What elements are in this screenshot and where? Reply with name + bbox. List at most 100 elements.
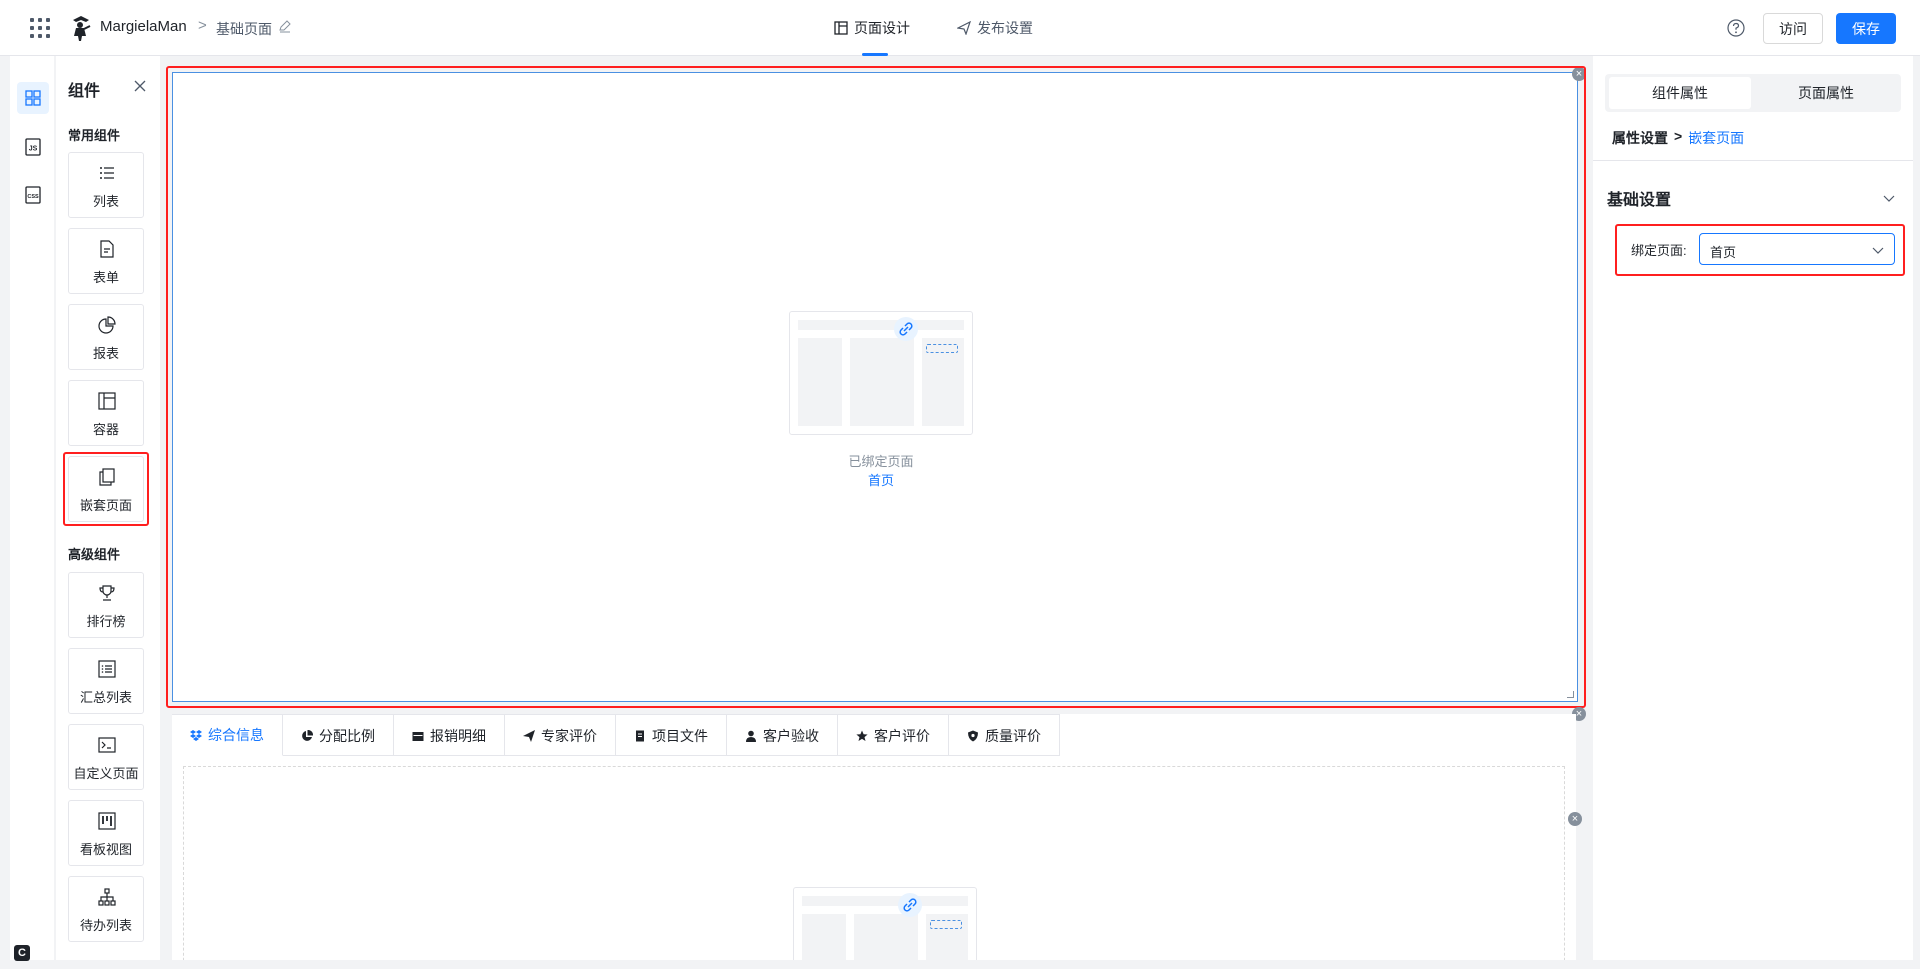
tab-customer-review[interactable]: 客户评价	[838, 714, 949, 756]
trophy-icon	[99, 585, 115, 601]
nested-page-placeholder	[789, 311, 973, 435]
tab-comprehensive-info[interactable]: 综合信息	[172, 714, 283, 756]
component-todo-list-label: 待办列表	[79, 918, 132, 933]
tab-publish-settings[interactable]: 发布设置	[957, 0, 1033, 56]
file-icon	[636, 730, 644, 741]
c-logo-icon: C	[14, 945, 30, 961]
tab-allocation-ratio[interactable]: 分配比例	[283, 714, 394, 756]
tab-quality-review[interactable]: 质量评价	[949, 714, 1060, 756]
summary-list-icon	[98, 660, 116, 678]
tab-content-area[interactable]	[183, 766, 1565, 960]
star-icon	[856, 730, 868, 741]
css-file-icon[interactable]: CSS	[24, 186, 42, 204]
tab-page-design-label: 页面设计	[854, 20, 910, 36]
top-bar: MargielaMan > 基础页面 页面设计 发布设置 访问 保存	[0, 0, 1920, 56]
properties-breadcrumb: 属性设置 > 嵌套页面	[1612, 128, 1744, 148]
todo-tree-icon	[98, 888, 116, 906]
bind-page-value: 首页	[1710, 245, 1737, 260]
component-nested-page-label: 嵌套页面	[79, 498, 132, 513]
calendar-icon	[412, 731, 424, 741]
resize-handle[interactable]	[1567, 691, 1574, 698]
remove-component-icon[interactable]: ×	[1572, 67, 1586, 81]
remove-inner-component-icon[interactable]: ×	[1568, 812, 1582, 826]
tab-project-files[interactable]: 项目文件	[616, 714, 727, 756]
tab-customer-review-label: 客户评价	[874, 727, 930, 744]
component-kanban[interactable]: 看板视图	[68, 800, 144, 866]
nested-page-icon	[99, 468, 115, 486]
nested-page-placeholder-2	[793, 887, 977, 960]
select-chevron-icon	[1872, 247, 1884, 254]
component-todo-list[interactable]: 待办列表	[68, 876, 144, 942]
page-title: 基础页面	[216, 21, 272, 37]
crumb-separator: >	[1674, 128, 1683, 144]
js-file-icon[interactable]: JS	[24, 138, 42, 156]
component-ranking[interactable]: 排行榜	[68, 572, 144, 638]
tab-expert-review-label: 专家评价	[541, 727, 597, 744]
divider	[1593, 160, 1913, 161]
bound-page-value[interactable]: 首页	[781, 470, 981, 489]
components-panel: 组件 常用组件 列表 表单 报表 容器 嵌套页面 高级组件 排行榜 汇总列表 自…	[56, 56, 160, 960]
component-nested-page[interactable]: 嵌套页面	[68, 456, 144, 522]
tab-publish-settings-label: 发布设置	[977, 20, 1033, 36]
component-custom-page-label: 自定义页面	[73, 766, 139, 781]
component-ranking-label: 排行榜	[86, 614, 126, 629]
component-form-label: 表单	[92, 270, 119, 285]
close-icon[interactable]	[134, 80, 146, 92]
components-title: 组件	[68, 83, 101, 100]
tab-component-props[interactable]: 组件属性	[1609, 77, 1751, 109]
advanced-components-heading: 高级组件	[68, 547, 121, 562]
components-grid-icon[interactable]	[24, 89, 42, 107]
tab-customer-acceptance-label: 客户验收	[763, 727, 819, 744]
component-kanban-label: 看板视图	[79, 842, 132, 857]
kanban-icon	[98, 812, 116, 830]
pie-chart-icon	[98, 316, 116, 334]
component-list-label: 列表	[92, 194, 119, 209]
app-grid-icon[interactable]	[30, 18, 50, 38]
container-icon	[98, 392, 116, 410]
bind-page-label: 绑定页面:	[1631, 243, 1687, 258]
svg-text:JS: JS	[29, 146, 38, 153]
edit-icon[interactable]	[278, 19, 292, 33]
visit-button[interactable]: 访问	[1763, 13, 1823, 44]
save-button[interactable]: 保存	[1836, 13, 1896, 44]
tabs-component[interactable]: 综合信息 分配比例 报销明细 专家评价 项目文件 客户验收 客户评价 质量评价 …	[172, 714, 1582, 960]
icon-sidebar: JS CSS	[10, 56, 54, 960]
tab-project-files-label: 项目文件	[652, 727, 708, 744]
svg-text:CSS: CSS	[27, 194, 39, 200]
component-container-label: 容器	[92, 422, 119, 437]
tab-comprehensive-info-label: 综合信息	[208, 727, 264, 743]
shield-icon	[968, 730, 978, 741]
nested-page-component[interactable]: 已绑定页面 首页	[172, 72, 1578, 702]
bind-page-select[interactable]: 首页	[1699, 233, 1895, 265]
component-report[interactable]: 报表	[68, 304, 144, 370]
send-icon	[523, 729, 535, 742]
link-icon-2	[898, 893, 922, 917]
component-list[interactable]: 列表	[68, 152, 144, 218]
chevron-down-icon[interactable]	[1883, 192, 1895, 204]
tab-page-props[interactable]: 页面属性	[1755, 77, 1897, 109]
brand-name[interactable]: MargielaMan	[100, 18, 187, 35]
crumb-root[interactable]: 属性设置	[1612, 128, 1668, 148]
dropbox-icon	[190, 730, 202, 741]
list-icon	[100, 167, 114, 179]
tab-reimbursement[interactable]: 报销明细	[394, 714, 505, 756]
properties-tabs: 组件属性 页面属性	[1605, 74, 1901, 112]
tab-expert-review[interactable]: 专家评价	[505, 714, 616, 756]
component-report-label: 报表	[92, 346, 119, 361]
design-canvas: 已绑定页面 首页 × × 综合信息 分配比例 报销明细 专家评价 项目文件 客户…	[162, 56, 1590, 960]
tab-customer-acceptance[interactable]: 客户验收	[727, 714, 838, 756]
tab-strip: 综合信息 分配比例 报销明细 专家评价 项目文件 客户验收 客户评价 质量评价	[172, 714, 1060, 756]
common-components-heading: 常用组件	[68, 128, 121, 143]
tab-page-design[interactable]: 页面设计	[834, 0, 910, 56]
bound-page-label: 已绑定页面	[848, 454, 914, 469]
component-container[interactable]: 容器	[68, 380, 144, 446]
help-icon[interactable]	[1726, 18, 1746, 38]
basic-settings-heading[interactable]: 基础设置	[1607, 186, 1671, 210]
component-form[interactable]: 表单	[68, 228, 144, 294]
custom-page-icon	[98, 737, 116, 753]
breadcrumb-separator: >	[198, 17, 207, 34]
tab-allocation-ratio-label: 分配比例	[319, 727, 375, 744]
component-custom-page[interactable]: 自定义页面	[68, 724, 144, 790]
user-icon	[746, 730, 756, 742]
component-summary-list[interactable]: 汇总列表	[68, 648, 144, 714]
